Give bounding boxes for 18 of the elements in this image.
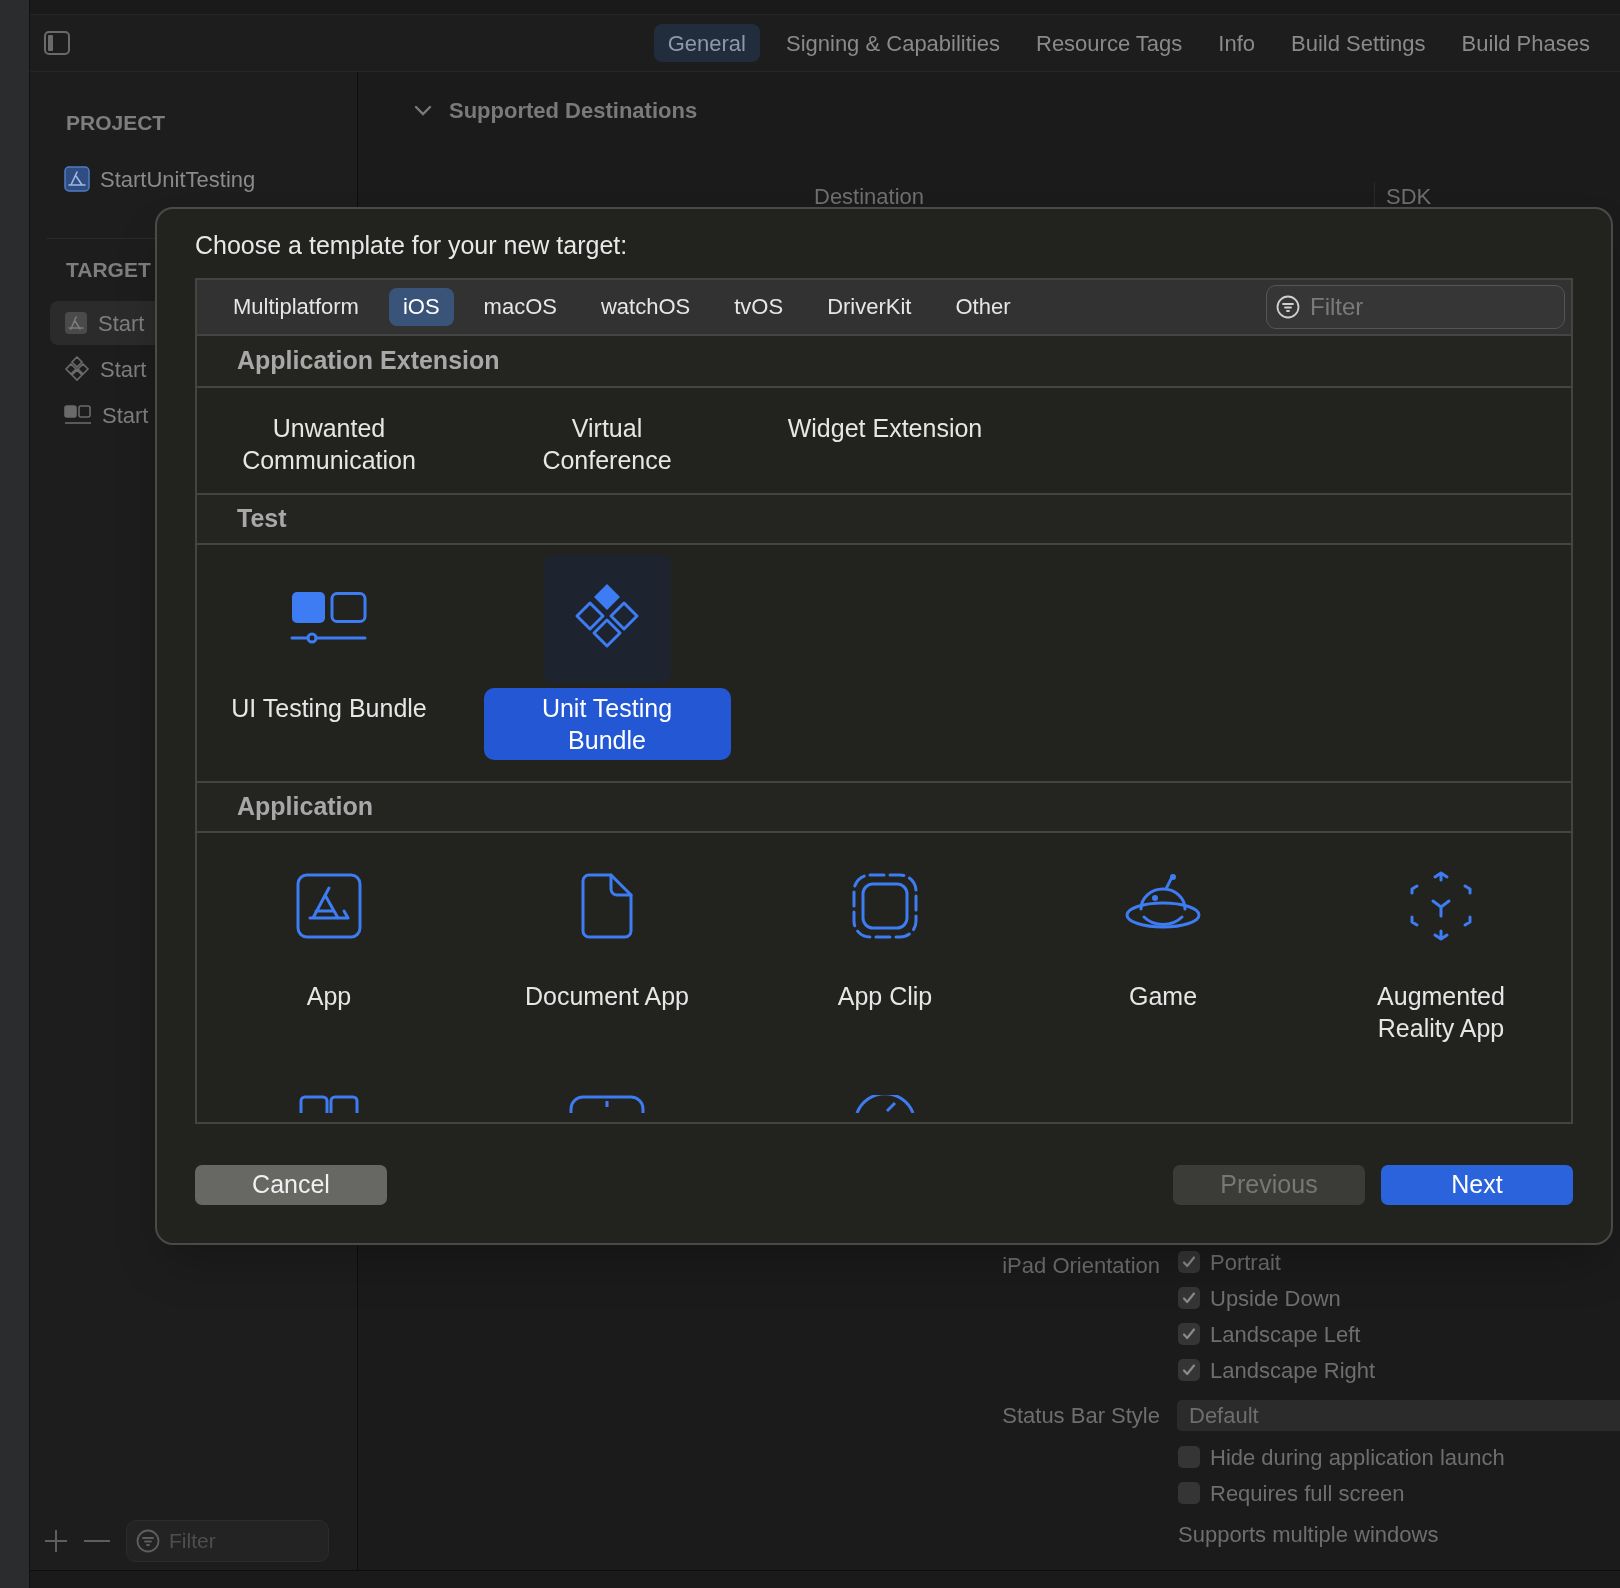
section-heading: PROJECT <box>66 110 166 136</box>
dialog-title: Choose a template for your new target: <box>195 230 628 261</box>
checkbox-label: Portrait <box>1210 1248 1281 1277</box>
field-label: iPad Orientation <box>1002 1252 1160 1280</box>
section-heading: Application <box>237 790 374 822</box>
field-label: Status Bar Style <box>1002 1402 1160 1430</box>
checkbox-label: Landscape Left <box>1210 1320 1361 1349</box>
section-heading: Test <box>237 502 287 534</box>
column-header: SDK <box>1386 182 1432 211</box>
checkbox-label: Requires full screen <box>1210 1479 1405 1508</box>
column-header: Destination <box>814 182 926 211</box>
section-heading: TARGET <box>66 256 151 283</box>
field-label: Supports multiple windows <box>1178 1521 1439 1549</box>
checkbox-label: Upside Down <box>1210 1284 1341 1313</box>
checkbox-label: Landscape Right <box>1210 1356 1376 1385</box>
section-heading: Application Extension <box>237 344 500 376</box>
section-title: Supported Destinations <box>449 97 698 125</box>
checkbox-label: Hide during application launch <box>1210 1443 1505 1472</box>
